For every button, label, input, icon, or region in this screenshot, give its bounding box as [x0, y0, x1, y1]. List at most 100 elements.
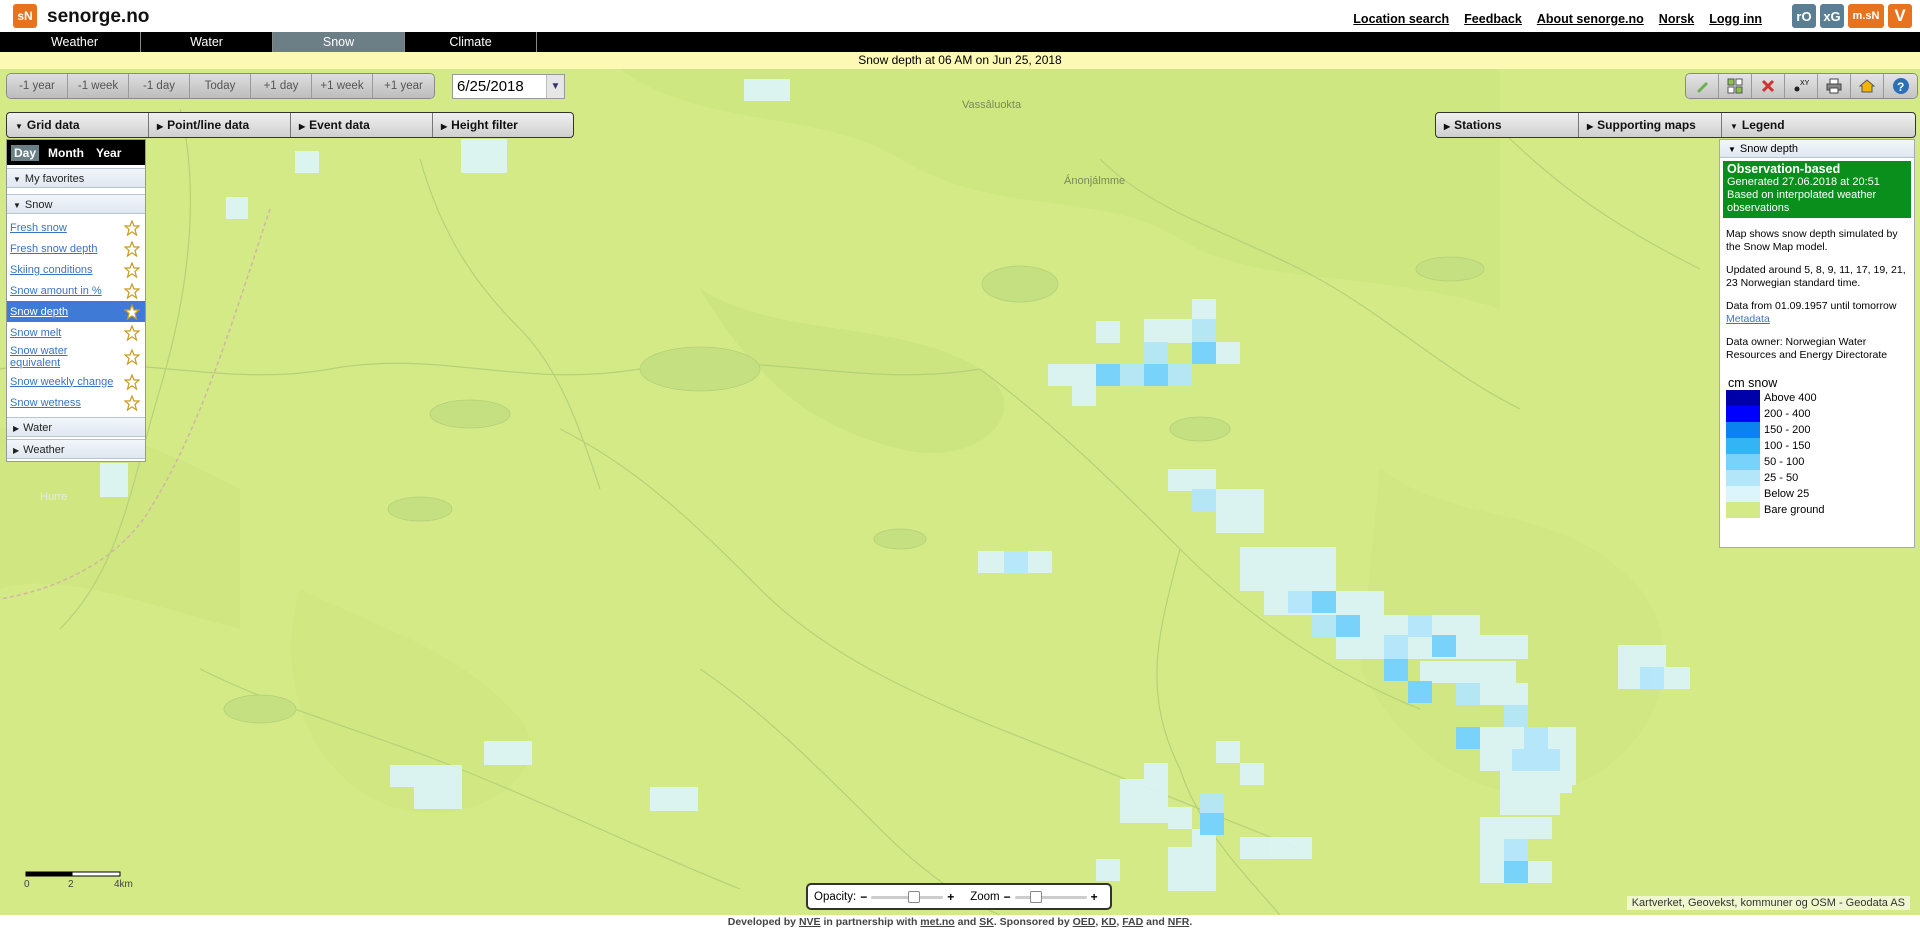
login-link[interactable]: Logg inn — [1709, 12, 1762, 26]
metadata-link[interactable]: Metadata — [1726, 313, 1770, 325]
logo[interactable]: sN — [13, 4, 37, 28]
draw-icon[interactable] — [1686, 74, 1719, 98]
legend-class-row: Bare ground — [1726, 502, 1914, 518]
favorite-star-icon[interactable] — [124, 394, 140, 411]
layer-snow-wetness[interactable]: Snow wetness — [7, 392, 145, 413]
event-data-panel[interactable]: ▶ Event data — [291, 113, 433, 137]
favorites-section[interactable]: ▼ My favorites — [7, 168, 145, 188]
layer-snow-melt[interactable]: Snow melt — [7, 322, 145, 343]
opacity-increase-button[interactable]: + — [947, 890, 954, 904]
map-controls: Opacity: − + Zoom − + — [806, 883, 1112, 910]
site-title[interactable]: senorge.no — [47, 6, 149, 28]
layer-snow-amount-percent[interactable]: Snow amount in % — [7, 280, 145, 301]
plus-week-button[interactable]: +1 week — [312, 74, 373, 98]
minus-week-button[interactable]: -1 week — [68, 74, 129, 98]
supporting-maps-panel[interactable]: ▶ Supporting maps — [1579, 113, 1722, 137]
about-link[interactable]: About senorge.no — [1537, 12, 1644, 26]
legend-class-label: 50 - 100 — [1764, 456, 1805, 468]
zoom-slider-handle[interactable] — [1030, 890, 1043, 903]
home-icon[interactable] — [1851, 74, 1884, 98]
favorite-star-icon[interactable] — [124, 349, 140, 365]
language-link[interactable]: Norsk — [1659, 12, 1694, 26]
layer-snow-depth[interactable]: Snow depth — [7, 301, 145, 322]
map-tools: XY ? — [1685, 73, 1918, 99]
minus-day-button[interactable]: -1 day — [129, 74, 190, 98]
zoom-in-button[interactable]: + — [1091, 890, 1098, 904]
zoom-slider[interactable] — [1014, 890, 1087, 903]
layer-snow-water-equivalent[interactable]: Snow water equivalent — [7, 343, 145, 371]
zoom-out-button[interactable]: − — [1004, 890, 1011, 904]
legend-class-label: Below 25 — [1764, 488, 1810, 500]
legend-panel: ▼ Snow depth Observation-based Generated … — [1719, 139, 1915, 548]
print-icon[interactable] — [1818, 74, 1851, 98]
observation-title: Observation-based — [1727, 162, 1841, 176]
legend-class-row: 25 - 50 — [1726, 470, 1914, 486]
map-attribution: Kartverket, Geovekst, kommuner og OSM - … — [1626, 896, 1910, 910]
water-section[interactable]: ▶ Water — [7, 417, 145, 437]
right-panel-headers: ▶ Stations ▶ Supporting maps ▼ Legend — [1435, 112, 1916, 138]
period-tabs: Day Month Year — [7, 140, 145, 165]
layer-skiing-conditions[interactable]: Skiing conditions — [7, 259, 145, 280]
height-filter-panel[interactable]: ▶ Height filter — [433, 113, 573, 137]
zoom-label: Zoom — [970, 890, 1000, 903]
clear-icon[interactable] — [1752, 74, 1785, 98]
kd-link[interactable]: KD — [1101, 916, 1116, 928]
weather-section[interactable]: ▶ Weather — [7, 439, 145, 459]
oed-link[interactable]: OED — [1073, 916, 1096, 928]
fad-link[interactable]: FAD — [1122, 916, 1143, 928]
footer: Developed by NVE in partnership with met… — [0, 915, 1920, 929]
legend-panel-header[interactable]: ▼ Legend — [1722, 113, 1915, 137]
opacity-slider-handle[interactable] — [908, 890, 921, 903]
met-link[interactable]: met.no — [920, 916, 954, 928]
legend-class-row: 50 - 100 — [1726, 454, 1914, 470]
tab-water[interactable]: Water — [141, 32, 273, 52]
basis-text: Based on interpolated weather observatio… — [1727, 189, 1877, 214]
legend-section-header[interactable]: ▼ Snow depth — [1720, 140, 1914, 158]
minus-year-button[interactable]: -1 year — [7, 74, 68, 98]
sk-link[interactable]: SK — [979, 916, 994, 928]
nve-link[interactable]: NVE — [799, 916, 821, 928]
varsom-icon[interactable]: V — [1888, 4, 1912, 28]
legend-color-swatch — [1726, 438, 1760, 454]
favorite-star-icon[interactable] — [124, 261, 140, 278]
xgeo-icon[interactable]: xG — [1820, 4, 1844, 28]
opacity-decrease-button[interactable]: − — [860, 890, 867, 904]
legend-class-label: 25 - 50 — [1764, 472, 1799, 484]
nfr-link[interactable]: NFR — [1168, 916, 1190, 928]
point-line-data-panel[interactable]: ▶ Point/line data — [149, 113, 291, 137]
stations-panel[interactable]: ▶ Stations — [1436, 113, 1579, 137]
calendar-dropdown-icon[interactable]: ▼ — [546, 75, 564, 98]
feedback-link[interactable]: Feedback — [1464, 12, 1522, 26]
favorite-star-icon[interactable] — [124, 324, 140, 341]
grid-icon[interactable] — [1719, 74, 1752, 98]
xy-coordinates-icon[interactable]: XY — [1785, 74, 1818, 98]
plus-year-button[interactable]: +1 year — [373, 74, 434, 98]
period-month-tab[interactable]: Month — [45, 145, 87, 161]
legend-class-row: 150 - 200 — [1726, 422, 1914, 438]
opacity-slider[interactable] — [871, 890, 944, 903]
grid-data-panel[interactable]: ▼ Grid data — [7, 113, 149, 137]
favorite-star-icon[interactable] — [124, 219, 140, 236]
tab-snow[interactable]: Snow — [273, 32, 405, 52]
tab-weather[interactable]: Weather — [9, 32, 141, 52]
mobile-senorge-icon[interactable]: m.sN — [1848, 4, 1884, 28]
help-icon[interactable]: ? — [1884, 74, 1917, 98]
period-day-tab[interactable]: Day — [11, 144, 40, 161]
legend-class-row: 200 - 400 — [1726, 406, 1914, 422]
layer-fresh-snow[interactable]: Fresh snow — [7, 217, 145, 238]
layer-snow-weekly-change[interactable]: Snow weekly change — [7, 371, 145, 392]
map-canvas[interactable]: Vassâluokta Ánonjálmme Hurre — [0, 69, 1920, 915]
favorite-star-icon[interactable] — [124, 373, 140, 390]
period-year-tab[interactable]: Year — [93, 145, 124, 161]
tab-climate[interactable]: Climate — [405, 32, 537, 52]
layer-fresh-snow-depth[interactable]: Fresh snow depth — [7, 238, 145, 259]
snow-section[interactable]: ▼ Snow — [7, 194, 145, 214]
regobs-icon[interactable]: rO — [1792, 4, 1816, 28]
location-search-link[interactable]: Location search — [1353, 12, 1449, 26]
favorite-star-icon[interactable] — [124, 303, 140, 320]
today-button[interactable]: Today — [190, 74, 251, 98]
favorite-star-icon[interactable] — [124, 282, 140, 299]
favorite-star-icon[interactable] — [124, 240, 140, 257]
plus-day-button[interactable]: +1 day — [251, 74, 312, 98]
legend-class-label: Above 400 — [1764, 392, 1817, 404]
